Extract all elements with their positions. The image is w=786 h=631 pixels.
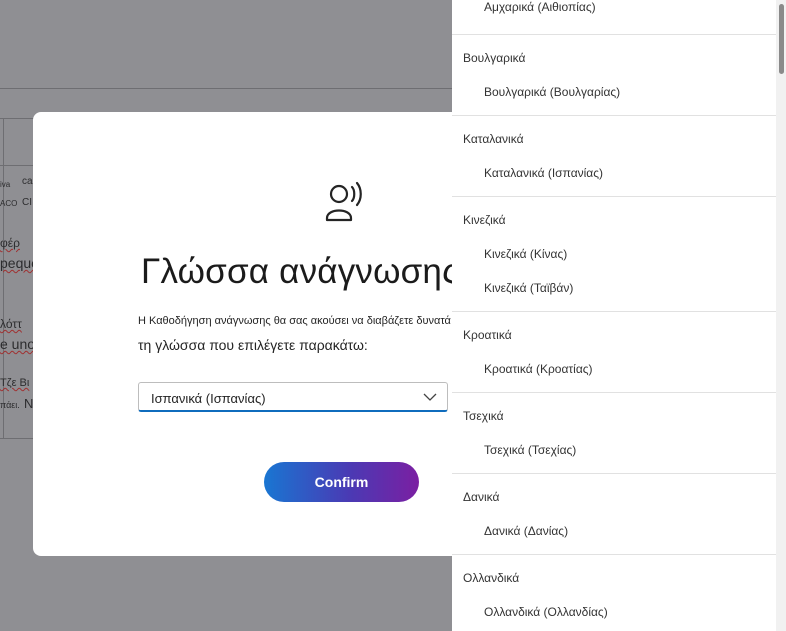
bg-text: πάει. xyxy=(0,400,20,410)
language-group: Τσεχικά Τσεχικά (Τσεχίας) xyxy=(452,400,776,474)
divider xyxy=(0,88,455,89)
chevron-down-icon[interactable] xyxy=(423,390,437,404)
scrollbar-thumb[interactable] xyxy=(779,4,784,74)
language-group-header: Βουλγαρικά xyxy=(463,51,526,65)
language-option[interactable]: Δανικά (Δανίας) xyxy=(452,514,776,548)
dialog-title: Γλώσσα ανάγνωσης xyxy=(141,252,460,291)
language-group: Αμχαρικά (Αιθιοπίας) xyxy=(452,0,776,35)
language-dropdown-list[interactable]: Αμχαρικά (Αιθιοπίας) Βουλγαρικά Βουλγαρι… xyxy=(452,0,776,631)
bg-text: e uno xyxy=(0,336,36,352)
dialog-description: τη γλώσσα που επιλέγετε παρακάτω: xyxy=(138,337,368,353)
language-group-header: Καταλανικά xyxy=(463,132,524,146)
language-option[interactable]: Κροατικά (Κροατίας) xyxy=(452,352,776,386)
language-option[interactable]: Αμχαρικά (Αιθιοπίας) xyxy=(452,0,776,28)
confirm-button[interactable]: Confirm xyxy=(264,462,419,502)
language-group: Κροατικά Κροατικά (Κροατίας) xyxy=(452,319,776,393)
bg-text: CI xyxy=(22,197,32,208)
language-group: Ολλανδικά Ολλανδικά (Ολλανδίας) xyxy=(452,562,776,631)
bg-text: N xyxy=(24,396,34,411)
language-group-header: Τσεχικά xyxy=(463,409,504,423)
language-option[interactable]: Καταλανικά (Ισπανίας) xyxy=(452,156,776,190)
bg-text: λόττ xyxy=(0,317,22,331)
language-option[interactable]: Τσεχικά (Τσεχίας) xyxy=(452,433,776,467)
bg-text: ca xyxy=(22,176,33,187)
language-group: Δανικά Δανικά (Δανίας) xyxy=(452,481,776,555)
bg-text: φέρ xyxy=(0,236,20,250)
language-group-header: Δανικά xyxy=(463,490,500,504)
language-group: Βουλγαρικά Βουλγαρικά (Βουλγαρίας) xyxy=(452,42,776,116)
scrollbar[interactable] xyxy=(776,0,786,631)
language-select-value: Ισπανικά (Ισπανίας) xyxy=(151,391,266,406)
reading-language-dialog: Γλώσσα ανάγνωσης Η Καθοδήγηση ανάγνωσης … xyxy=(33,112,473,556)
language-group-header: Κινεζικά xyxy=(463,213,506,227)
bg-text: iva xyxy=(0,180,11,189)
language-group-header: Ολλανδικά xyxy=(463,571,520,585)
language-group: Καταλανικά Καταλανικά (Ισπανίας) xyxy=(452,123,776,197)
person-speaking-icon xyxy=(319,178,367,226)
dialog-description: Η Καθοδήγηση ανάγνωσης θα σας ακούσει να… xyxy=(138,315,451,327)
language-option[interactable]: Ολλανδικά (Ολλανδίας) xyxy=(452,595,776,629)
bg-text: Τζε Βι xyxy=(0,377,30,389)
language-select[interactable]: Ισπανικά (Ισπανίας) xyxy=(138,382,448,412)
divider xyxy=(3,118,4,438)
language-group-header: Κροατικά xyxy=(463,328,512,342)
bg-text: ACO xyxy=(0,199,18,208)
language-group: Κινεζικά Κινεζικά (Κίνας) Κινεζικά (Ταϊβ… xyxy=(452,204,776,312)
language-option[interactable]: Βουλγαρικά (Βουλγαρίας) xyxy=(452,75,776,109)
language-option[interactable]: Κινεζικά (Κίνας) xyxy=(452,237,776,271)
language-option[interactable]: Κινεζικά (Ταϊβάν) xyxy=(452,271,776,305)
